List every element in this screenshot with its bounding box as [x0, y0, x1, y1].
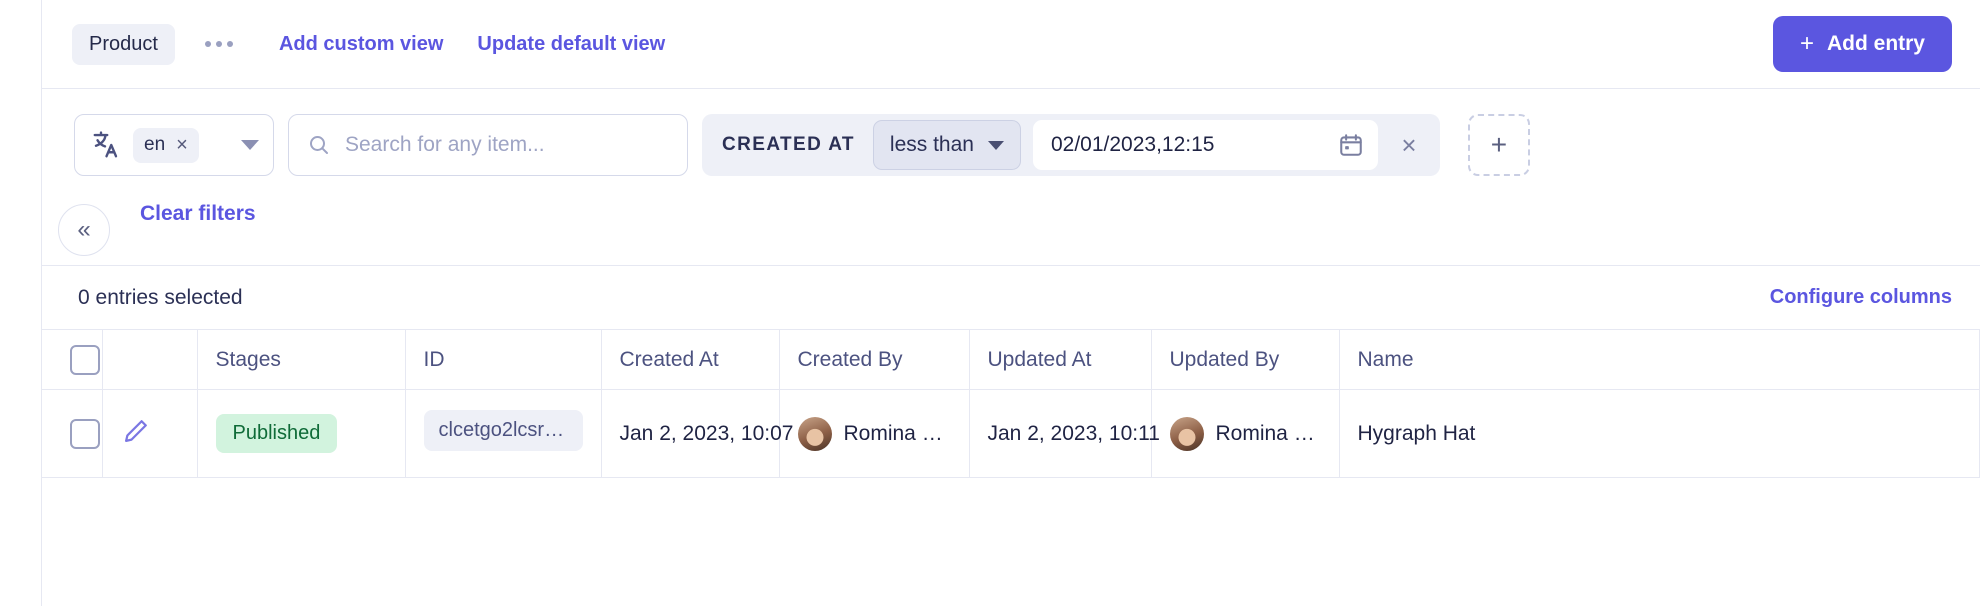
entry-name-value: Hygraph Hat — [1358, 422, 1476, 445]
row-updated-at-cell: Jan 2, 2023, 10:11 — [969, 390, 1151, 478]
table-header: Stages ID Created At Created By Updated … — [42, 330, 1980, 390]
left-rail — [0, 0, 42, 606]
row-edit-cell — [102, 390, 197, 478]
collapse-sidebar-button[interactable]: « — [58, 204, 110, 256]
table-toolbar: 0 entries selected Configure columns — [42, 266, 1980, 329]
add-entry-label: Add entry — [1827, 32, 1925, 56]
search-box[interactable] — [288, 114, 688, 176]
configure-columns-button[interactable]: Configure columns — [1770, 286, 1952, 309]
clear-filters-button[interactable]: Clear filters — [140, 202, 256, 226]
filter-condition-created-at: CREATED AT less than — [702, 114, 1440, 176]
close-icon: × — [1401, 130, 1416, 161]
filter-controls-row: en × CREATED AT less than — [74, 114, 1952, 176]
add-entry-button[interactable]: + Add entry — [1773, 16, 1952, 72]
update-default-view-button[interactable]: Update default view — [477, 33, 665, 56]
row-stage-cell: Published — [197, 390, 405, 478]
close-icon[interactable]: × — [176, 134, 188, 157]
header-created-by[interactable]: Created By — [779, 330, 969, 390]
plus-icon: + — [1800, 32, 1814, 56]
chevron-down-icon[interactable] — [241, 140, 259, 150]
row-created-by-cell: Romina Soto — [779, 390, 969, 478]
created-by-value: Romina Soto — [844, 422, 951, 446]
row-id-cell: clcetgo2lcsrm... — [405, 390, 601, 478]
updated-at-value: Jan 2, 2023, 10:11 — [988, 422, 1160, 445]
add-filter-button[interactable]: + — [1468, 114, 1530, 176]
pencil-icon[interactable] — [121, 416, 151, 446]
filter-date-field[interactable] — [1033, 120, 1378, 170]
active-view-tab[interactable]: Product — [72, 24, 175, 65]
chevron-down-icon — [988, 141, 1004, 150]
filter-operator-select[interactable]: less than — [873, 120, 1021, 170]
updated-by-value: Romina Soto — [1216, 422, 1321, 446]
filter-bar: « en × — [42, 89, 1980, 266]
search-input[interactable] — [345, 133, 669, 157]
status-badge: Published — [216, 414, 338, 453]
locale-chip-label: en — [144, 134, 165, 156]
calendar-icon[interactable] — [1338, 132, 1364, 158]
header-updated-at[interactable]: Updated At — [969, 330, 1151, 390]
table-body: Published clcetgo2lcsrm... Jan 2, 2023, … — [42, 390, 1980, 478]
filter-operator-label: less than — [890, 133, 974, 157]
search-icon — [307, 133, 331, 157]
filter-field-label: CREATED AT — [722, 134, 855, 156]
view-toolbar: Product Add custom view Update default v… — [42, 0, 1980, 89]
remove-filter-button[interactable]: × — [1378, 114, 1440, 176]
row-updated-by-cell: Romina Soto — [1151, 390, 1339, 478]
locale-selector[interactable]: en × — [74, 114, 274, 176]
header-created-at[interactable]: Created At — [601, 330, 779, 390]
view-options-button[interactable] — [193, 33, 245, 55]
filter-date-input[interactable] — [1051, 133, 1322, 157]
header-updated-by[interactable]: Updated By — [1151, 330, 1339, 390]
select-all-checkbox[interactable] — [70, 345, 100, 375]
entry-id-chip[interactable]: clcetgo2lcsrm... — [424, 410, 583, 451]
row-name-cell: Hygraph Hat — [1339, 390, 1980, 478]
ellipsis-icon — [205, 41, 233, 47]
translate-icon — [91, 130, 121, 160]
created-at-value: Jan 2, 2023, 10:07 — [620, 422, 794, 445]
avatar — [798, 417, 832, 451]
header-edit — [102, 330, 197, 390]
entries-table-section: 0 entries selected Configure columns Sta… — [42, 266, 1980, 606]
row-created-at-cell: Jan 2, 2023, 10:07 — [601, 390, 779, 478]
table-header-row: Stages ID Created At Created By Updated … — [42, 330, 1980, 390]
locale-chip-en[interactable]: en × — [133, 128, 199, 163]
entries-table: Stages ID Created At Created By Updated … — [42, 329, 1980, 478]
plus-icon: + — [1491, 129, 1507, 161]
table-row[interactable]: Published clcetgo2lcsrm... Jan 2, 2023, … — [42, 390, 1980, 478]
content-view-page: Product Add custom view Update default v… — [0, 0, 1980, 606]
header-select-all — [42, 330, 102, 390]
row-select-cell — [42, 390, 102, 478]
header-name[interactable]: Name — [1339, 330, 1980, 390]
chevron-double-left-icon: « — [77, 216, 90, 244]
add-custom-view-button[interactable]: Add custom view — [279, 33, 443, 56]
row-checkbox[interactable] — [70, 419, 100, 449]
header-stages[interactable]: Stages — [197, 330, 405, 390]
header-id[interactable]: ID — [405, 330, 601, 390]
entries-selected-label: 0 entries selected — [78, 286, 243, 310]
avatar — [1170, 417, 1204, 451]
